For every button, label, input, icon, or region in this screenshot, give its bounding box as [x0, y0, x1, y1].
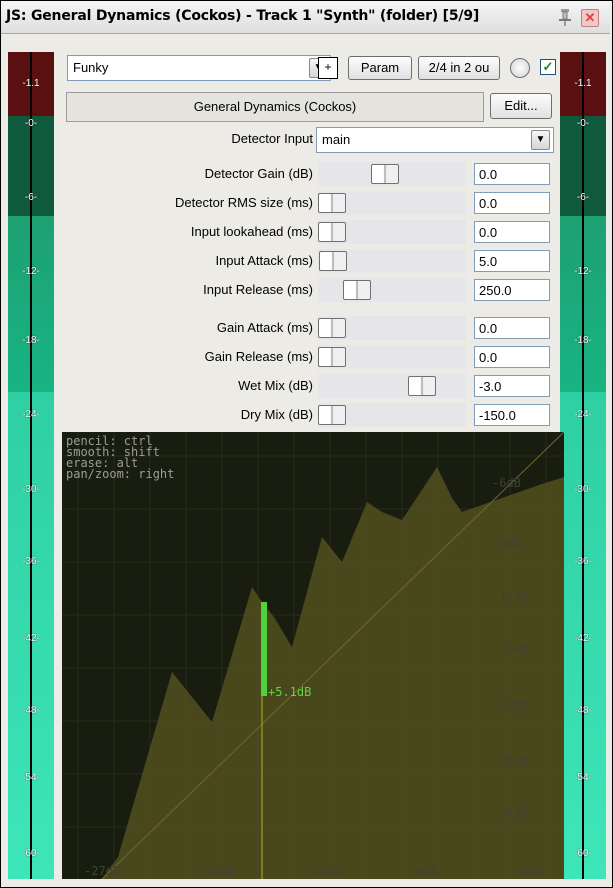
param-label: Input Attack (ms) [215, 253, 313, 268]
param-label: Detector Gain (dB) [204, 166, 313, 181]
left-meter-tick: -30- [22, 484, 40, 495]
preset-dropdown[interactable]: Funky ▼ [67, 55, 331, 81]
right-meter-tick: -42- [574, 633, 592, 644]
param-label: Wet Mix (dB) [238, 378, 313, 393]
left-meter-tick: -48- [22, 705, 40, 716]
param-value-field[interactable]: 0.0 [474, 192, 550, 214]
param-value-field[interactable]: 250.0 [474, 279, 550, 301]
slider-thumb[interactable] [319, 251, 347, 271]
left-meter-tick: -0- [24, 118, 38, 129]
x-axis-label: -27dB [84, 864, 121, 878]
right-meter-tick: -18- [574, 335, 592, 346]
left-meter-tick: -12- [22, 266, 40, 277]
slider-thumb[interactable] [343, 280, 371, 300]
x-axis-label: -21dB [198, 864, 235, 878]
slider-thumb[interactable] [318, 193, 346, 213]
window-title: JS: General Dynamics (Cockos) - Track 1 … [6, 8, 480, 24]
preset-value: Funky [73, 60, 109, 75]
plugin-name: General Dynamics (Cockos) [66, 92, 484, 122]
add-preset-button[interactable]: + [318, 57, 338, 79]
wet-knob-icon[interactable] [510, 58, 530, 78]
slider-thumb[interactable] [371, 164, 399, 184]
param-slider[interactable] [318, 249, 466, 273]
title-bar[interactable]: JS: General Dynamics (Cockos) - Track 1 … [1, 1, 610, 34]
param-value-field[interactable]: 0.0 [474, 221, 550, 243]
y-axis-label: -18dB [492, 698, 529, 712]
param-value-field[interactable]: 0.0 [474, 163, 550, 185]
param-value-field[interactable]: -3.0 [474, 375, 550, 397]
edit-button[interactable]: Edit... [490, 93, 552, 119]
enable-checkbox[interactable]: ✓ [540, 59, 556, 75]
gain-curve-svg [62, 432, 564, 879]
param-label: Detector RMS size (ms) [175, 195, 313, 210]
right-meter-tick: -6- [576, 192, 590, 203]
slider-thumb[interactable] [408, 376, 436, 396]
param-value-field[interactable]: 0.0 [474, 317, 550, 339]
param-label: Gain Attack (ms) [216, 320, 313, 335]
left-meter-tick: -6- [24, 192, 38, 203]
slider-thumb[interactable] [318, 318, 346, 338]
param-slider[interactable] [318, 345, 466, 369]
chevron-down-icon[interactable]: ▼ [531, 130, 550, 150]
param-slider[interactable] [318, 316, 466, 340]
left-meter-tick: -54- [22, 772, 40, 783]
gain-bar [261, 602, 267, 696]
right-meter-tick: -48- [574, 705, 592, 716]
y-axis-label: -15dB [492, 642, 529, 656]
pin-icon[interactable] [557, 7, 573, 27]
left-meter-tick: -36- [22, 556, 40, 567]
detector-input-value: main [322, 132, 351, 147]
y-axis-label: -6dB [492, 476, 521, 490]
param-value-field[interactable]: -150.0 [474, 404, 550, 426]
right-meter-tick: -36- [574, 556, 592, 567]
param-value-field[interactable]: 0.0 [474, 346, 550, 368]
x-axis-label: -15dB [304, 864, 341, 878]
left-meter-peak: -1.1 [22, 78, 40, 89]
slider-thumb[interactable] [318, 347, 346, 367]
param-label: Dry Mix (dB) [240, 407, 313, 422]
right-meter-tick: -12- [574, 266, 592, 277]
param-value-field[interactable]: 5.0 [474, 250, 550, 272]
gain-curve-graph[interactable]: pencil: ctrl smooth: shift erase: alt pa… [62, 432, 564, 879]
right-meter-peak: -1.1 [574, 78, 592, 89]
param-label: Input lookahead (ms) [190, 224, 313, 239]
hint-text: pan/zoom: right [66, 467, 175, 481]
detector-input-select[interactable]: main ▼ [316, 127, 554, 153]
right-meter-tick: -60- [574, 848, 592, 859]
param-slider[interactable] [318, 403, 466, 427]
left-meter-tick: -24- [22, 409, 40, 420]
y-axis-label: -9dB [492, 536, 521, 550]
close-icon[interactable]: ✕ [581, 9, 599, 27]
left-meter-tick: -60- [22, 848, 40, 859]
left-meter-tick: -42- [22, 633, 40, 644]
right-level-meter: -1.1 -0- -6- -12- -18- -24- -30- -36- -4… [560, 52, 606, 879]
param-slider[interactable] [318, 220, 466, 244]
io-routing-button[interactable]: 2/4 in 2 ou [418, 56, 500, 80]
right-meter-tick: -0- [576, 118, 590, 129]
param-slider[interactable] [318, 162, 466, 186]
slider-thumb[interactable] [318, 405, 346, 425]
right-meter-tick: -54- [574, 772, 592, 783]
right-meter-tick: -24- [574, 409, 592, 420]
param-slider[interactable] [318, 278, 466, 302]
left-level-meter: -1.1 -0- -6- -12- -18- -24- -30- -36- -4… [8, 52, 54, 879]
slider-thumb[interactable] [318, 222, 346, 242]
x-axis-label: +0dB [514, 864, 543, 878]
y-axis-label: -12dB [492, 590, 529, 604]
param-slider[interactable] [318, 191, 466, 215]
param-label: Gain Release (ms) [204, 349, 313, 364]
y-axis-label: -21dB [492, 754, 529, 768]
right-meter-tick: -30- [574, 484, 592, 495]
y-axis-label: -24dB [492, 806, 529, 820]
param-label: Input Release (ms) [203, 282, 313, 297]
detector-input-label: Detector Input [231, 131, 313, 146]
param-button[interactable]: Param [348, 56, 412, 80]
left-meter-tick: -18- [22, 335, 40, 346]
x-axis-label: -9dB [407, 864, 436, 878]
param-slider[interactable] [318, 374, 466, 398]
gain-readout: +5.1dB [268, 685, 312, 699]
